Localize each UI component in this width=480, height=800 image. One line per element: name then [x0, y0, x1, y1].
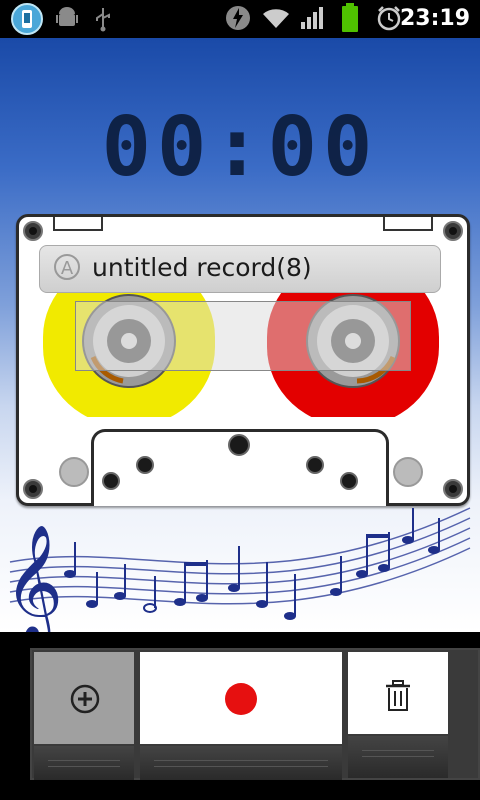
usb-icon — [96, 8, 110, 32]
app-icon — [11, 3, 43, 35]
record-icon — [225, 683, 257, 715]
flash-icon — [226, 6, 250, 30]
recording-timer: 00:00 — [101, 100, 379, 195]
cassette-hole — [340, 472, 358, 490]
control-panel — [30, 648, 480, 780]
gear-icon — [393, 457, 423, 487]
control-bar — [0, 632, 480, 800]
record-button[interactable] — [140, 652, 342, 744]
label-a-icon: A — [54, 254, 80, 280]
trash-icon — [386, 680, 410, 711]
recorder-main: 00:00 A untitled record(8) 𝄞 — [0, 38, 480, 632]
cassette-tab — [53, 217, 103, 231]
add-button-base — [34, 746, 134, 780]
screw-icon — [443, 479, 463, 499]
music-notes-decoration: 𝄞 — [4, 507, 471, 632]
cassette-hole — [228, 434, 250, 456]
status-time: 23:19 — [399, 6, 470, 31]
add-button[interactable] — [34, 652, 134, 744]
screw-icon — [443, 221, 463, 241]
cassette-tab — [383, 217, 433, 231]
delete-button[interactable] — [348, 652, 448, 734]
record-button-base — [140, 746, 342, 780]
alarm-icon — [377, 6, 401, 31]
svg-text:𝄞: 𝄞 — [4, 523, 63, 632]
android-debug-icon — [56, 7, 78, 26]
gear-icon — [59, 457, 89, 487]
delete-button-base — [348, 736, 448, 778]
screw-icon — [23, 221, 43, 241]
record-name-text: untitled record(8) — [92, 253, 312, 282]
wifi-icon — [263, 9, 289, 29]
add-icon — [70, 684, 100, 714]
battery-icon — [342, 3, 358, 32]
cassette-tape: A untitled record(8) — [16, 214, 470, 506]
screw-icon — [23, 479, 43, 499]
cassette-hole — [102, 472, 120, 490]
signal-icon — [301, 7, 323, 29]
cassette-bottom-plate — [91, 429, 389, 506]
record-name-label[interactable]: A untitled record(8) — [39, 245, 441, 293]
status-bar: 23:19 — [0, 0, 480, 38]
tape-window — [75, 301, 411, 371]
cassette-hole — [306, 456, 324, 474]
cassette-hole — [136, 456, 154, 474]
